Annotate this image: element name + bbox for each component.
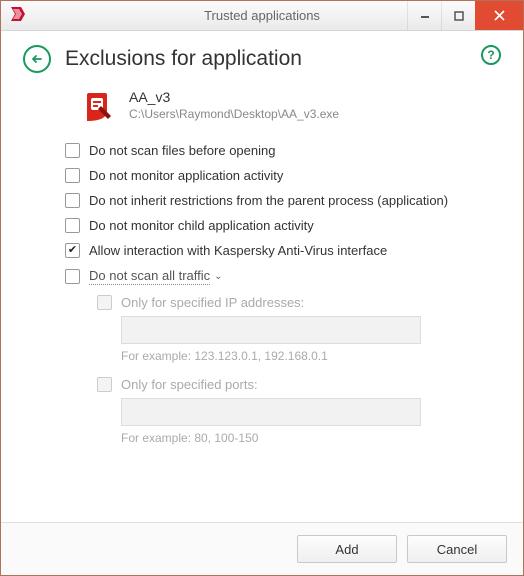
help-button[interactable]: ? [481,45,501,65]
checkbox-no-monitor-child[interactable]: Do not monitor child application activit… [65,218,483,233]
exclusion-options: Do not scan files before opening Do not … [65,143,483,445]
page-title: Exclusions for application [65,47,302,71]
chevron-down-icon: ⌄ [214,271,222,282]
checkbox-label: Allow interaction with Kaspersky Anti-Vi… [89,243,387,258]
app-name: AA_v3 [129,89,339,105]
checkbox-no-scan-open[interactable]: Do not scan files before opening [65,143,483,158]
checkbox-only-ports[interactable]: Only for specified ports: [97,377,483,392]
add-button[interactable]: Add [297,535,397,563]
checkbox-no-scan-traffic[interactable]: Do not scan all traffic ⌄ [65,268,483,285]
checkbox-label: Only for specified ports: [121,377,258,392]
checkbox-label: Only for specified IP addresses: [121,295,304,310]
checkbox-icon [65,193,80,208]
checkbox-label: Do not inherit restrictions from the par… [89,193,448,208]
window: Trusted applications Exclusions for appl… [0,0,524,576]
minimize-button[interactable] [407,1,441,30]
checkbox-icon [65,269,80,284]
checkbox-label: Do not monitor child application activit… [89,218,314,233]
content: AA_v3 C:\Users\Raymond\Desktop\AA_v3.exe… [1,83,523,522]
checkbox-allow-interaction[interactable]: Allow interaction with Kaspersky Anti-Vi… [65,243,483,258]
traffic-suboptions: Only for specified IP addresses: For exa… [97,295,483,445]
checkbox-only-ip[interactable]: Only for specified IP addresses: [97,295,483,310]
close-button[interactable] [475,1,523,30]
footer: Add Cancel [1,522,523,575]
ports-hint: For example: 80, 100-150 [121,431,483,445]
back-button[interactable] [23,45,51,73]
kaspersky-icon [9,5,27,26]
checkbox-icon [97,377,112,392]
page-header: Exclusions for application ? [1,31,523,83]
checkbox-icon [65,168,80,183]
app-path: C:\Users\Raymond\Desktop\AA_v3.exe [129,107,339,121]
ip-hint: For example: 123.123.0.1, 192.168.0.1 [121,349,483,363]
checkbox-icon [65,243,80,258]
checkbox-icon [97,295,112,310]
application-icon [81,89,117,125]
checkbox-no-monitor-activity[interactable]: Do not monitor application activity [65,168,483,183]
ip-addresses-input[interactable] [121,316,421,344]
titlebar: Trusted applications [1,1,523,31]
checkbox-label: Do not monitor application activity [89,168,283,183]
maximize-button[interactable] [441,1,475,30]
checkbox-label: Do not scan files before opening [89,143,275,158]
checkbox-no-inherit[interactable]: Do not inherit restrictions from the par… [65,193,483,208]
app-info: AA_v3 C:\Users\Raymond\Desktop\AA_v3.exe [81,89,483,125]
checkbox-icon [65,218,80,233]
ports-input[interactable] [121,398,421,426]
cancel-button[interactable]: Cancel [407,535,507,563]
checkbox-label-expandable[interactable]: Do not scan all traffic [89,268,210,285]
checkbox-icon [65,143,80,158]
